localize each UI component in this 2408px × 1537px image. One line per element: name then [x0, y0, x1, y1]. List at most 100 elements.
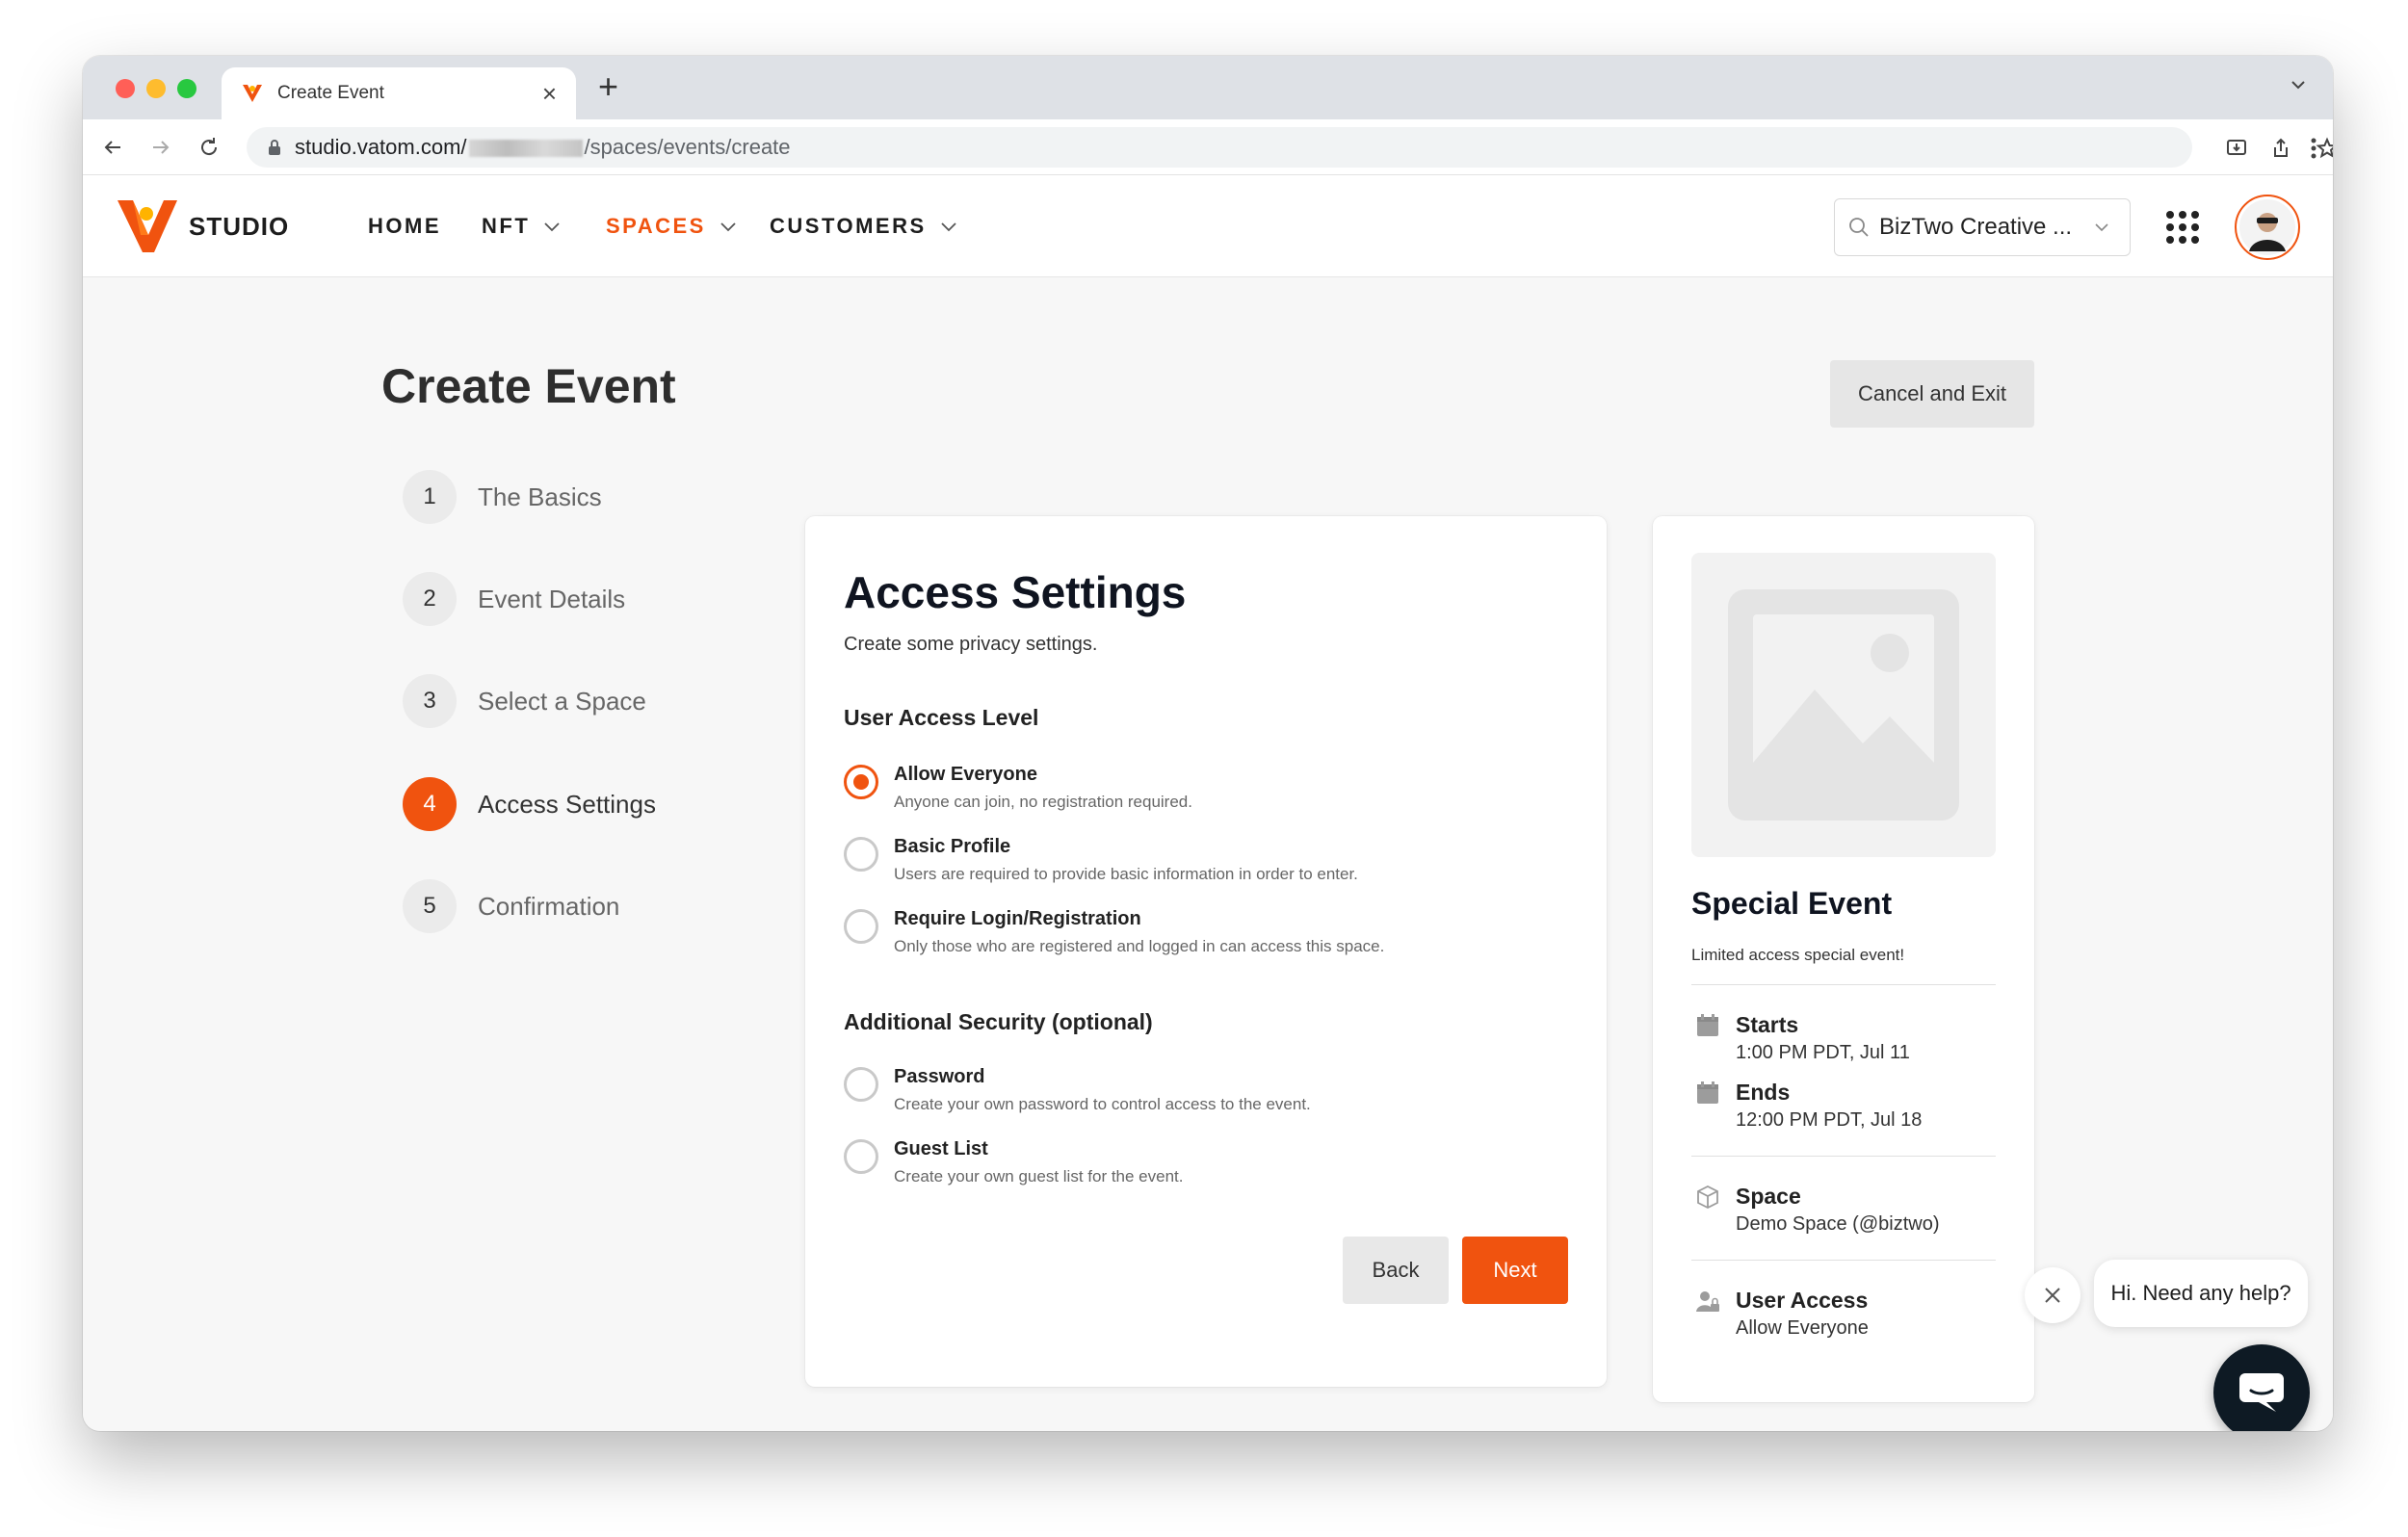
divider — [1691, 1260, 1996, 1261]
step-number: 1 — [403, 470, 457, 524]
minimize-window-button[interactable] — [146, 79, 166, 98]
browser-window: Create Event × + studio.vatom.com/ /space… — [83, 56, 2333, 1431]
page-title: Create Event — [381, 359, 676, 413]
user-access-heading: User Access Level — [844, 705, 1039, 730]
option-title: Guest List — [894, 1138, 988, 1159]
step-label: Event Details — [478, 584, 626, 613]
close-icon — [2045, 1288, 2060, 1303]
cube-icon — [1697, 1185, 1718, 1210]
option-description: Users are required to provide basic info… — [894, 865, 1358, 883]
nav-nft-label: NFT — [482, 214, 531, 238]
access-settings-card: Access Settings Create some privacy sett… — [805, 516, 1607, 1387]
step-number: 5 — [403, 879, 457, 933]
form-subtitle: Create some privacy settings. — [844, 634, 1098, 655]
step-confirmation[interactable]: 5 Confirmation — [403, 879, 730, 933]
radio-button[interactable] — [844, 1067, 878, 1102]
event-description: Limited access special event! — [1691, 946, 1905, 964]
forward-arrow-icon[interactable] — [146, 133, 175, 162]
option-title: Require Login/Registration — [894, 908, 1141, 929]
option-description: Anyone can join, no registration require… — [894, 793, 1192, 811]
chevron-down-icon — [2095, 223, 2108, 232]
maximize-window-button[interactable] — [177, 79, 196, 98]
tab-search-chevron-icon[interactable] — [2287, 73, 2310, 96]
install-app-icon[interactable] — [2223, 135, 2250, 162]
logo-text: STUDIO — [189, 212, 290, 241]
reload-icon[interactable] — [195, 133, 223, 162]
apps-grid-icon[interactable] — [2165, 210, 2200, 245]
next-button[interactable]: Next — [1462, 1237, 1568, 1304]
option-require-login[interactable]: Require Login/Registration Only those wh… — [844, 905, 1384, 961]
nav-home[interactable]: HOME — [368, 214, 441, 239]
user-avatar-icon — [2239, 199, 2295, 255]
vatom-logo-icon[interactable] — [116, 196, 179, 256]
option-description: Create your own guest list for the event… — [894, 1167, 1184, 1185]
step-number: 4 — [403, 777, 457, 831]
share-icon[interactable] — [2267, 135, 2294, 162]
image-placeholder-icon — [1728, 589, 1959, 821]
event-ends: Ends 12:00 PM PDT, Jul 18 — [1695, 1079, 1922, 1134]
event-title: Special Event — [1691, 886, 1893, 921]
option-guest-list[interactable]: Guest List Create your own guest list fo… — [844, 1135, 1184, 1191]
step-event-details[interactable]: 2 Event Details — [403, 572, 730, 626]
search-icon — [1849, 218, 1869, 237]
step-select-a-space[interactable]: 3 Select a Space — [403, 674, 730, 728]
nav-customers[interactable]: CUSTOMERS — [770, 214, 957, 239]
back-arrow-icon[interactable] — [98, 133, 127, 162]
nav-nft[interactable]: NFT — [482, 214, 561, 239]
space-label: Space — [1736, 1184, 1801, 1209]
url-text: studio.vatom.com/ /spaces/events/create — [295, 135, 791, 160]
radio-button[interactable] — [844, 1139, 878, 1174]
chat-bubble-icon — [2239, 1373, 2284, 1412]
step-label: Select a Space — [478, 686, 646, 716]
event-space: Space Demo Space (@biztwo) — [1695, 1183, 1939, 1238]
page-content: Create Event Cancel and Exit 1 The Basic… — [83, 277, 2333, 1431]
new-tab-button[interactable]: + — [598, 69, 618, 104]
tab-strip: Create Event × + — [83, 56, 2333, 119]
chat-launcher-button[interactable] — [2213, 1344, 2310, 1431]
option-basic-profile[interactable]: Basic Profile Users are required to prov… — [844, 833, 1358, 889]
option-allow-everyone[interactable]: Allow Everyone Anyone can join, no regis… — [844, 761, 1192, 817]
event-user-access: User Access Allow Everyone — [1695, 1287, 1869, 1342]
radio-button[interactable] — [844, 837, 878, 872]
org-selector[interactable]: BizTwo Creative ... — [1834, 198, 2131, 256]
chevron-down-icon — [941, 222, 956, 232]
org-selector-value: BizTwo Creative ... — [1879, 214, 2073, 240]
help-close-button[interactable] — [2025, 1267, 2081, 1323]
option-description: Only those who are registered and logged… — [894, 937, 1385, 955]
browser-toolbar: studio.vatom.com/ /spaces/events/create — [83, 119, 2333, 175]
nav-spaces[interactable]: SPACES — [606, 214, 737, 239]
option-password[interactable]: Password Create your own password to con… — [844, 1063, 1311, 1119]
option-title: Basic Profile — [894, 836, 1011, 857]
help-message-bubble[interactable]: Hi. Need any help? — [2094, 1260, 2308, 1327]
event-image-placeholder — [1691, 553, 1996, 857]
close-window-button[interactable] — [116, 79, 135, 98]
lock-icon — [269, 140, 280, 155]
tab-close-icon[interactable]: × — [542, 81, 557, 106]
address-bar[interactable]: studio.vatom.com/ /spaces/events/create — [247, 127, 2192, 168]
cancel-and-exit-button[interactable]: Cancel and Exit — [1830, 360, 2034, 428]
chevron-down-icon — [544, 222, 560, 232]
starts-value: 1:00 PM PDT, Jul 11 — [1736, 1042, 1910, 1063]
user-avatar[interactable] — [2235, 195, 2300, 260]
additional-security-heading: Additional Security (optional) — [844, 1009, 1153, 1034]
radio-button[interactable] — [844, 765, 878, 799]
calendar-icon — [1697, 1014, 1718, 1036]
step-label: Confirmation — [478, 891, 620, 921]
ends-label: Ends — [1736, 1080, 1791, 1105]
step-number: 3 — [403, 674, 457, 728]
step-access-settings[interactable]: 4 Access Settings — [403, 777, 730, 831]
divider — [1691, 984, 1996, 985]
nav-customers-label: CUSTOMERS — [770, 214, 927, 238]
user-lock-icon — [1696, 1291, 1719, 1312]
form-title: Access Settings — [844, 567, 1187, 617]
divider — [1691, 1156, 1996, 1157]
nav-home-label: HOME — [368, 214, 441, 238]
browser-tab[interactable]: Create Event × — [222, 67, 576, 119]
step-the-basics[interactable]: 1 The Basics — [403, 470, 730, 524]
back-button[interactable]: Back — [1343, 1237, 1449, 1304]
event-preview-card: Special Event Limited access special eve… — [1653, 516, 2034, 1402]
option-title: Password — [894, 1066, 985, 1087]
radio-button[interactable] — [844, 909, 878, 944]
menu-kebab-icon[interactable] — [2294, 135, 2333, 162]
user-access-value: Allow Everyone — [1736, 1317, 1869, 1339]
